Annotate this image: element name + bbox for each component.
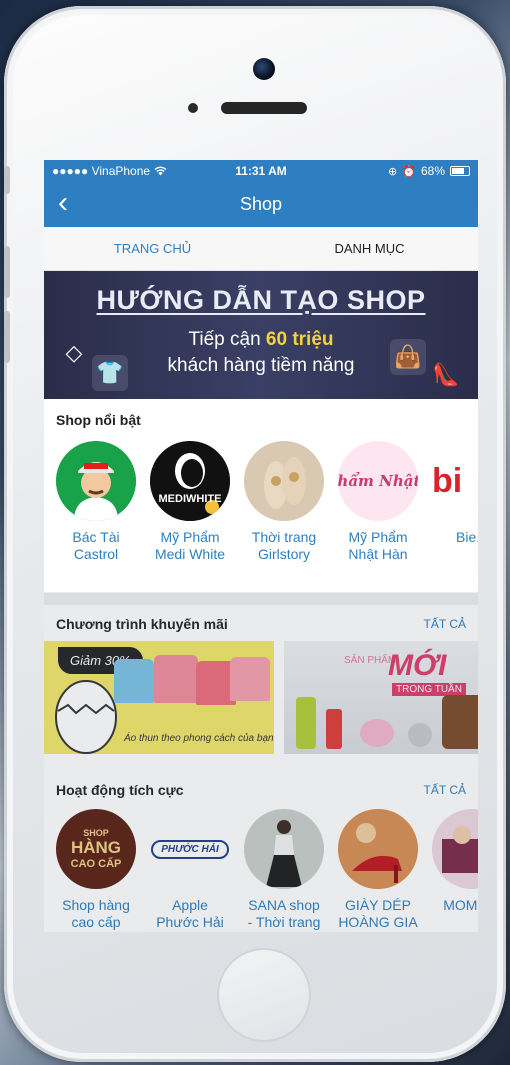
mom-photo-icon [432,809,478,889]
shoes-photo-icon [244,441,324,521]
shop-hang-cao-cap-logo-icon: SHOP HÀNG CAO CẤP [56,809,136,889]
model-photo-icon [244,809,324,889]
active-shops-title: Hoạt động tích cực [56,782,184,798]
active-shops-section: Hoạt động tích cực TẤT CẢ SHOP HÀNG CAO … [44,771,478,932]
front-camera [253,58,275,80]
shop-item[interactable]: Thời trang Girlstory [244,441,324,563]
navigation-bar: ‹ Shop [44,182,478,227]
shop-name: Mỹ Phẩm Nhật Hàn [348,529,408,562]
status-bar: ●●●●● VinaPhone 11:31 AM ⊕ ⏰ 68% [44,160,478,182]
diamond-icon: ◇ [65,340,83,365]
tab-categories[interactable]: DANH MỤC [261,227,478,270]
page-title: Shop [239,194,283,214]
tab-categories-label: DANH MỤC [334,241,405,256]
active-shops-list: SHOP HÀNG CAO CẤP Shop hàng cao cấp PHƯỚ… [56,809,478,931]
banner-headline: HƯỚNG DẪN TẠO SHOP [96,285,426,315]
featured-shops-section: Shop nổi bật Bác Tài Castrol MEDIWHITE M… [44,399,478,593]
tshirt-rack-icon [114,655,274,721]
heels-photo-icon [338,809,418,889]
featured-shops-title: Shop nổi bật [56,412,141,428]
shop-item[interactable]: Bác Tài Castrol [56,441,136,563]
shop-name: Shop hàng cao cấp [62,897,130,930]
back-chevron-icon[interactable]: ‹ [58,188,68,218]
shop-name: MOM CA [443,897,478,913]
promotions-section: Chương trình khuyến mãi TẤT CẢ Giảm 30% … [44,605,478,771]
shop-item[interactable]: SHOP HÀNG CAO CẤP Shop hàng cao cấp [56,809,136,931]
promotions-list: Giảm 30% Áo thun theo phong cách của bạn… [44,641,478,754]
high-heel-icon: 👠 [432,362,460,387]
mediwhite-logo-icon: MEDIWHITE [150,441,230,521]
promo-new-products-card[interactable]: SẢN PHẨM MỚI TRONG TUẦN [284,641,478,754]
create-shop-banner[interactable]: HƯỚNG DẪN TẠO SHOP Tiếp cận 60 triệu khá… [44,271,478,399]
shop-name: Bác Tài Castrol [72,529,120,562]
banner-line-2-text: Tiếp cận [188,329,266,350]
shop-item[interactable]: GIÀY DÉP HOÀNG GIA [338,809,418,931]
phuoc-hai-logo-text: PHƯỚC HẢI [151,839,229,859]
section-divider [44,593,478,605]
mediwhite-logo-text: MEDIWHITE [158,493,222,505]
logo-line: CAO CẤP [70,858,122,870]
bie-logo-text: bi [432,461,463,500]
shop-name: Mỹ Phẩm Medi White [154,529,226,562]
nhat-han-logo-text: Mỹ Phẩm Nhật Hàn [338,471,418,490]
tab-bar: TRANG CHỦ DANH MỤC [44,227,478,271]
home-button[interactable] [217,948,311,1042]
promo-big-label: MỚI [388,649,447,682]
promo-caption: Áo thun theo phong cách của bạn [124,733,274,744]
cosmetic-bottles-icon [296,689,478,751]
shop-name: GIÀY DÉP HOÀNG GIA [338,897,418,930]
shop-name: Thời trang Girlstory [251,529,317,562]
shop-name: SANA shop - Thời trang [247,897,321,930]
shop-name: Bie... [456,529,478,545]
nhat-han-logo-icon: Mỹ Phẩm Nhật Hàn [338,441,418,521]
handbag-icon: 👜 [390,339,426,375]
battery-icon [450,166,470,176]
mute-switch [4,166,10,194]
volume-up-button [4,246,10,298]
shop-item[interactable]: SANA shop - Thời trang [244,809,324,931]
shop-item[interactable]: MEDIWHITE Mỹ Phẩm Medi White [150,441,230,563]
banner-highlight: 60 triệu [265,329,334,350]
driver-avatar-icon [56,441,136,521]
proximity-sensor [188,103,198,113]
volume-down-button [4,311,10,363]
promo-tshirt-card[interactable]: Giảm 30% Áo thun theo phong cách của bạn [44,641,274,754]
promotions-see-all-link[interactable]: TẤT CẢ [424,617,466,631]
shop-item[interactable]: bi Bie... [432,441,478,563]
logo-line: HÀNG [70,838,122,857]
status-time: 11:31 AM [235,164,287,178]
phuoc-hai-logo-icon: PHƯỚC HẢI [150,809,230,889]
featured-shops-list: Bác Tài Castrol MEDIWHITE Mỹ Phẩm Medi W… [56,441,478,563]
tab-home-label: TRANG CHỦ [113,241,192,256]
logo-line: SHOP [83,828,109,838]
promotions-title: Chương trình khuyến mãi [56,616,228,632]
tshirt-icon: 👕 [92,355,128,391]
shop-item[interactable]: Mỹ Phẩm Nhật Hàn Mỹ Phẩm Nhật Hàn [338,441,418,563]
bie-logo-icon: bi [432,441,478,521]
active-see-all-link[interactable]: TẤT CẢ [424,783,466,797]
shop-item[interactable]: MOM CA [432,809,478,931]
app-screen: ●●●●● VinaPhone 11:31 AM ⊕ ⏰ 68% ‹ Shop … [44,160,478,932]
shop-item[interactable]: PHƯỚC HẢI Apple Phước Hải [150,809,230,931]
egg-illustration-icon [55,680,117,754]
shop-name: Apple Phước Hải [156,897,224,930]
tab-home[interactable]: TRANG CHỦ [44,227,261,270]
earpiece-speaker [221,102,307,114]
